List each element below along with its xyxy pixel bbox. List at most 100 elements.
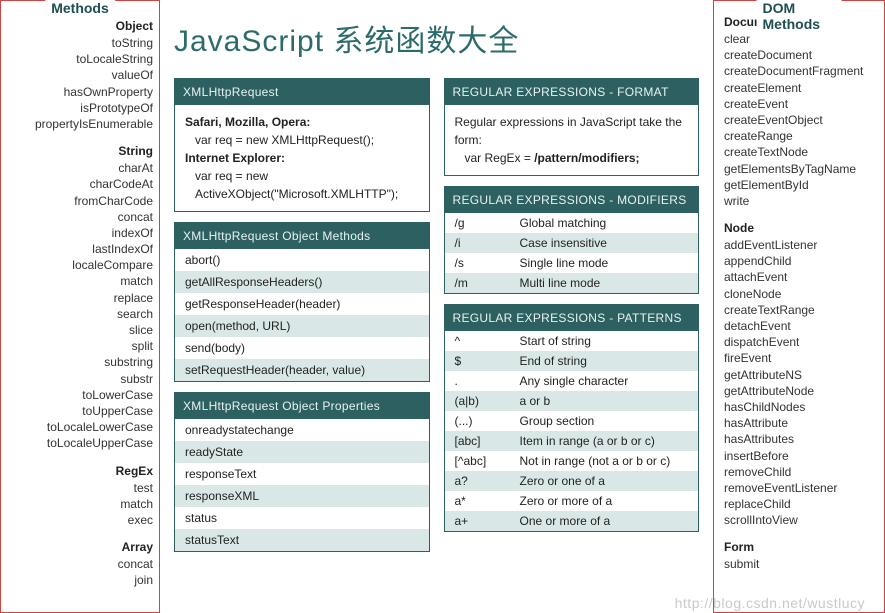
panel-header: REGULAR EXPRESSIONS - FORMAT [445,79,699,105]
panel-body: Regular expressions in JavaScript take t… [445,105,699,175]
pair-row: (a|b)a or b [445,391,699,411]
columns: XMLHttpRequest Safari, Mozilla, Opera: v… [174,78,699,552]
panel-body: /gGlobal matching/iCase insensitive/sSin… [445,213,699,293]
right-item: replaceChild [724,496,876,512]
list-row: statusText [175,529,429,551]
left-item: propertyIsEnumerable [7,116,153,132]
left-item: fromCharCode [7,193,153,209]
right-item: write [724,193,876,209]
methods-sidebar-title: Methods [45,0,115,16]
list-row: responseXML [175,485,429,507]
left-item: replace [7,290,153,306]
left-item: split [7,338,153,354]
pair-key: a+ [455,514,520,528]
panel-xhr-intro: XMLHttpRequest Safari, Mozilla, Opera: v… [174,78,430,212]
left-item: toLocaleString [7,51,153,67]
right-item: dispatchEvent [724,334,876,350]
panel-re-patterns: REGULAR EXPRESSIONS - PATTERNS ^Start of… [444,304,700,532]
left-item: charAt [7,160,153,176]
left-item: lastIndexOf [7,241,153,257]
left-item: isPrototypeOf [7,100,153,116]
pair-row: /mMulti line mode [445,273,699,293]
pair-key: /i [455,236,520,250]
page-title: JavaScript 系统函数大全 [174,16,699,60]
left-item: search [7,306,153,322]
left-group-title: Object [7,19,153,33]
left-item: substring [7,354,153,370]
left-item: toUpperCase [7,403,153,419]
list-row: readyState [175,441,429,463]
right-item: scrollIntoView [724,512,876,528]
left-item: charCodeAt [7,176,153,192]
right-item: getAttributeNode [724,383,876,399]
right-item: getAttributeNS [724,367,876,383]
left-item: match [7,496,153,512]
pair-value: Not in range (not a or b or c) [520,454,671,468]
pair-key: /s [455,256,520,270]
list-row: status [175,507,429,529]
right-item: createEvent [724,96,876,112]
list-row: setRequestHeader(header, value) [175,359,429,381]
right-item: hasAttribute [724,415,876,431]
panel-body: onreadystatechangereadyStateresponseText… [175,419,429,551]
re-format-line1: Regular expressions in JavaScript take t… [455,115,682,147]
pair-row: a+One or more of a [445,511,699,531]
panel-re-modifiers: REGULAR EXPRESSIONS - MODIFIERS /gGlobal… [444,186,700,294]
pair-key: a? [455,474,520,488]
right-item: detachEvent [724,318,876,334]
left-item: slice [7,322,153,338]
column-left: XMLHttpRequest Safari, Mozilla, Opera: v… [174,78,430,552]
pair-value: One or more of a [520,514,611,528]
panel-body: Safari, Mozilla, Opera: var req = new XM… [175,105,429,211]
pair-value: Start of string [520,334,591,348]
list-row: getResponseHeader(header) [175,293,429,315]
dom-methods-sidebar: DOM Methods DocumentclearcreateDocumentc… [713,0,885,613]
left-item: localeCompare [7,257,153,273]
watermark: http://blog.csdn.net/wustlucy [675,595,865,611]
right-item: createTextRange [724,302,876,318]
right-item: removeEventListener [724,480,876,496]
pair-value: Single line mode [520,256,609,270]
panel-header: XMLHttpRequest [175,79,429,105]
xhr-ie-code-line1: var req = new [185,167,419,185]
pair-value: a or b [520,394,551,408]
xhr-ie-code-line2: ActiveXObject("Microsoft.XMLHTTP"); [185,185,419,203]
right-item: createRange [724,128,876,144]
page: Methods ObjecttoStringtoLocaleStringvalu… [0,0,885,613]
right-item: getElementById [724,177,876,193]
pair-row: a?Zero or one of a [445,471,699,491]
list-row: getAllResponseHeaders() [175,271,429,293]
pair-key: /m [455,276,520,290]
list-row: send(body) [175,337,429,359]
dom-methods-sidebar-title: DOM Methods [757,0,842,32]
xhr-safari-label: Safari, Mozilla, Opera: [185,115,310,129]
panel-header: XMLHttpRequest Object Methods [175,223,429,249]
left-group-title: RegEx [7,464,153,478]
left-item: toLowerCase [7,387,153,403]
panel-header: XMLHttpRequest Object Properties [175,393,429,419]
pair-row: /sSingle line mode [445,253,699,273]
pair-row: ^Start of string [445,331,699,351]
left-item: indexOf [7,225,153,241]
pair-row: [^abc]Not in range (not a or b or c) [445,451,699,471]
left-item: substr [7,371,153,387]
right-group-title: Form [724,540,876,554]
xhr-ie-label: Internet Explorer: [185,151,285,165]
right-item: fireEvent [724,350,876,366]
pair-value: Multi line mode [520,276,601,290]
left-item: hasOwnProperty [7,84,153,100]
pair-value: Any single character [520,374,629,388]
methods-sidebar: Methods ObjecttoStringtoLocaleStringvalu… [0,0,160,613]
list-row: abort() [175,249,429,271]
pair-key: . [455,374,520,388]
re-format-line2a: var RegEx = [465,151,535,165]
pair-value: Zero or one of a [520,474,605,488]
list-row: open(method, URL) [175,315,429,337]
right-item: addEventListener [724,237,876,253]
right-item: createDocumentFragment [724,63,876,79]
right-item: createEventObject [724,112,876,128]
left-item: toLocaleLowerCase [7,419,153,435]
panel-body: abort()getAllResponseHeaders()getRespons… [175,249,429,381]
left-group-title: String [7,144,153,158]
panel-re-format: REGULAR EXPRESSIONS - FORMAT Regular exp… [444,78,700,176]
